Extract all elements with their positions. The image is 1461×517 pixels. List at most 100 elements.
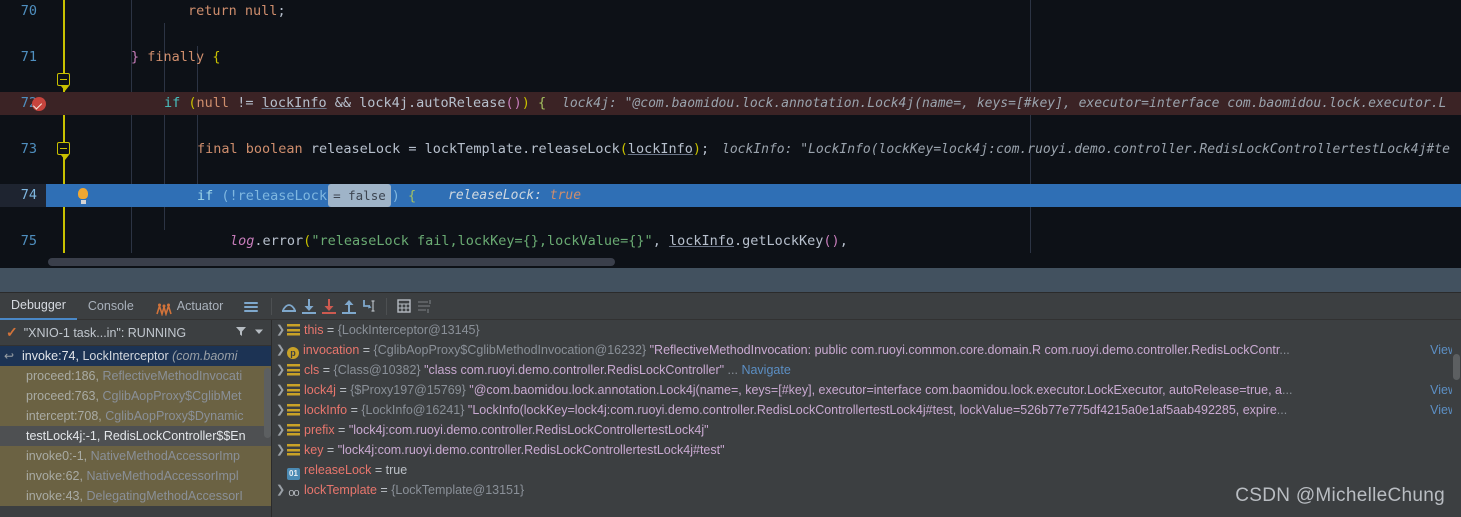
variable-value: "lock4j:com.ruoyi.demo.controller.RedisL… [348,423,709,437]
variable-name: lockTemplate [304,483,377,497]
scrollbar-thumb[interactable] [1453,354,1460,380]
variable-name: this [304,323,324,337]
variable-row[interactable]: ❯ prefix = "lock4j:com.ruoyi.demo.contro… [273,420,1461,440]
chevron-right-icon[interactable]: ❯ [276,360,285,380]
code-line[interactable]: 71 } finally { [0,46,1461,91]
step-over-icon[interactable] [279,296,299,316]
editor-horizontal-scrollbar[interactable] [46,256,1461,268]
variable-row[interactable]: ❯ lockInfo = {LockInfo@16241} "LockInfo(… [273,400,1461,420]
chevron-right-icon[interactable]: ❯ [276,420,285,440]
inline-value-badge[interactable]: = false [328,184,391,207]
code-editor[interactable]: 70 return null; 71 } finally { 72 if (nu… [0,0,1461,268]
chevron-right-icon[interactable]: ❯ [276,480,285,500]
chevron-right-icon[interactable]: ❯ [276,380,285,400]
code-line[interactable]: 73 final boolean releaseLock = lockTempl… [0,138,1461,161]
tab-console-label: Console [87,299,134,313]
debug-tool-window: Debugger Console Actuator ✓ "XNIO-1 task… [0,293,1461,517]
inline-hint: lock4j: "@com.baomidou.lock.annotation.L… [562,92,1446,115]
force-step-into-icon[interactable] [319,296,339,316]
variable-name: cls [304,363,320,377]
fold-toggle-icon[interactable] [57,73,70,91]
inline-hint: releaseLock: true [448,184,581,207]
variable-row[interactable]: releaseLock = true [273,460,1461,480]
variable-ref: {Class@10382} [333,363,421,377]
filter-icon[interactable] [235,325,247,340]
variable-value: "LockInfo(lockKey=lock4j:com.ruoyi.demo.… [467,403,1277,417]
step-out-icon[interactable] [339,296,359,316]
frame-row[interactable]: proceed:186, ReflectiveMethodInvocati [0,366,271,386]
inline-hint-value: true [549,188,582,203]
navigate-link[interactable]: Navigate [741,363,790,377]
scrollbar-thumb[interactable] [48,258,615,266]
thread-selector[interactable]: ✓ "XNIO-1 task...in": RUNNING [0,320,271,346]
frame-method: invoke:43, [26,489,83,503]
variable-row[interactable]: ❯ this = {LockInterceptor@13145} [273,320,1461,340]
chevron-right-icon[interactable]: ❯ [276,320,285,340]
tab-debugger[interactable]: Debugger [0,293,77,320]
chevron-right-icon[interactable]: ❯ [276,440,285,460]
code-line[interactable]: 75 log.error("releaseLock fail,lockKey={… [0,230,1461,253]
actuator-icon [156,299,172,317]
frame-row-selected[interactable]: testLock4j:-1, RedisLockController$$En [0,426,271,446]
tab-actuator[interactable]: Actuator [145,293,235,320]
variables-scrollbar[interactable] [1452,320,1461,517]
frames-panel[interactable]: ✓ "XNIO-1 task...in": RUNNING ↩ invoke:7… [0,320,272,517]
variable-row[interactable]: ❯ cls = {Class@10382} "class com.ruoyi.d… [273,360,1461,380]
object-icon [287,364,300,376]
object-icon [287,424,300,436]
frame-package: (com.baomi [172,349,238,363]
inline-hint-label: releaseLock: [448,188,542,203]
lightbulb-icon[interactable] [78,188,88,202]
truncation-ellipsis: ... [1276,403,1288,417]
frame-row[interactable]: invoke:43, DelegatingMethodAccessorI [0,486,271,506]
variable-name: prefix [304,423,335,437]
chevron-right-icon[interactable]: ❯ [276,400,285,420]
variable-row[interactable]: ❯ key = "lock4j:com.ruoyi.demo.controlle… [273,440,1461,460]
debug-tab-bar: Debugger Console Actuator [0,293,1461,320]
object-icon [287,404,300,416]
parameter-icon [287,347,299,359]
watermark: CSDN @MichelleChung [1235,485,1445,506]
frame-method: invoke:62, [26,469,83,483]
frame-row-current[interactable]: ↩ invoke:74, LockInterceptor (com.baomi [0,346,271,366]
frame-method: invoke:74, [22,349,79,363]
variable-ref: {LockInterceptor@13145} [337,323,480,337]
tab-console[interactable]: Console [77,293,145,320]
variable-row[interactable]: ❯ lock4j = {$Proxy197@15769} "@com.baomi… [273,380,1461,400]
frame-class: RedisLockController$$En [103,429,246,443]
chevron-right-icon[interactable]: ❯ [276,340,285,360]
frame-class: LockInterceptor [82,349,169,363]
variable-ref: {LockTemplate@13151} [391,483,525,497]
code-line[interactable]: 70 return null; [0,0,1461,23]
run-to-cursor-icon[interactable] [359,296,379,316]
variable-row[interactable]: ❯ invocation = {CglibAopProxy$CglibMetho… [273,340,1461,360]
code-text: log.error("releaseLock fail,lockKey={},l… [230,233,848,249]
frame-class: NativeMethodAccessorImpl [86,469,239,483]
frame-row[interactable]: invoke0:-1, NativeMethodAccessorImp [0,446,271,466]
line-number: 70 [20,3,37,19]
code-line-current[interactable]: 74 if (!releaseLock = false) { releaseLoc… [0,184,1461,207]
frame-row[interactable]: invoke:62, NativeMethodAccessorImpl [0,466,271,486]
frame-method: intercept:708, [26,409,102,423]
mute-breakpoints-icon[interactable] [240,296,264,316]
evaluate-expression-icon[interactable] [394,296,414,316]
code-line-breakpoint[interactable]: 72 if (null != lockInfo && lock4j.autoRe… [0,92,1461,160]
frames-scrollbar-thumb[interactable] [264,368,271,438]
code-text: return null; [188,3,286,19]
line-number: 74 [0,184,46,207]
code-text: if (!releaseLock = false) { [197,184,416,207]
panel-divider[interactable] [0,268,1461,293]
thread-label: "XNIO-1 task...in": RUNNING [23,325,187,340]
truncation-ellipsis: ... [1282,383,1293,397]
chevron-down-icon[interactable] [253,325,265,340]
settings-icon[interactable] [414,296,434,316]
frame-row[interactable]: intercept:708, CglibAopProxy$Dynamic [0,406,271,426]
line-number: 75 [20,233,37,249]
tab-actuator-label: Actuator [176,299,224,313]
breakpoint-icon[interactable] [32,97,46,111]
object-icon [287,444,300,456]
code-text: final boolean releaseLock = lockTemplate… [197,141,710,157]
frame-row[interactable]: proceed:763, CglibAopProxy$CglibMet [0,386,271,406]
step-into-icon[interactable] [299,296,319,316]
variable-value: true [385,463,408,477]
